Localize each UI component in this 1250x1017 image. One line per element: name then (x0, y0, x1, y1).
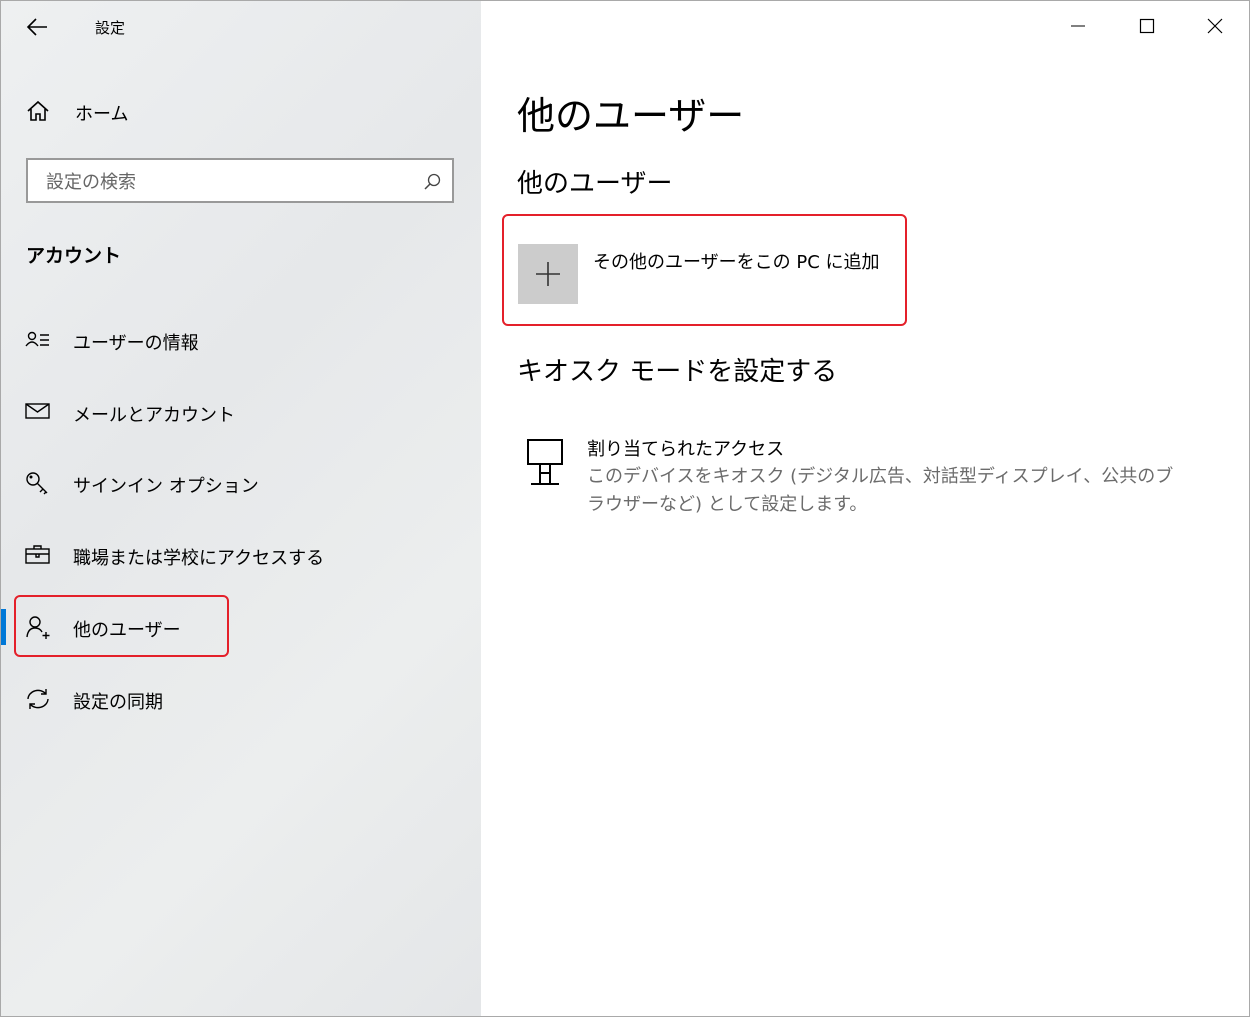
add-user-button[interactable] (518, 244, 578, 304)
search-icon (424, 173, 441, 190)
section-title: アカウント (26, 245, 122, 267)
sidebar-item-sync-settings[interactable]: 設定の同期 (1, 673, 481, 725)
kiosk-item-title: 割り当てられたアクセス (587, 439, 785, 460)
kiosk-heading: キオスク モードを設定する (517, 357, 838, 387)
minimize-icon (1071, 25, 1085, 27)
sidebar: 設定 ホーム アカウント ユーザーの情報 (1, 1, 481, 1016)
sidebar-item-work-school[interactable]: 職場または学校にアクセスする (1, 529, 481, 581)
nav-home[interactable]: ホーム (1, 85, 481, 137)
back-button[interactable] (23, 13, 55, 41)
user-info-icon (25, 331, 49, 347)
search-box[interactable] (26, 158, 454, 203)
sidebar-item-label: 職場または学校にアクセスする (73, 548, 325, 569)
add-user-label[interactable]: その他のユーザーをこの PC に追加 (593, 248, 880, 274)
sidebar-item-label: サインイン オプション (73, 476, 259, 497)
nav-home-label: ホーム (75, 104, 129, 125)
page-title: 他のユーザー (517, 94, 745, 138)
close-button[interactable] (1192, 1, 1238, 51)
app-title: 設定 (95, 19, 126, 37)
mail-icon (25, 403, 50, 419)
key-icon (26, 472, 48, 495)
sync-icon (27, 689, 49, 709)
sidebar-item-mail-accounts[interactable]: メールとアカウント (1, 386, 481, 438)
highlight-box (14, 595, 229, 657)
briefcase-icon (25, 545, 50, 564)
maximize-button[interactable] (1124, 1, 1170, 51)
sidebar-item-signin-options[interactable]: サインイン オプション (1, 457, 481, 509)
sidebar-item-label: ユーザーの情報 (73, 333, 199, 354)
sidebar-item-label: メールとアカウント (73, 405, 235, 426)
maximize-icon (1139, 18, 1155, 34)
sidebar-item-user-info[interactable]: ユーザーの情報 (1, 314, 481, 366)
other-users-heading: 他のユーザー (517, 169, 673, 199)
plus-icon (536, 262, 560, 286)
settings-window: 設定 ホーム アカウント ユーザーの情報 (0, 0, 1250, 1017)
kiosk-item-description: このデバイスをキオスク (デジタル広告、対話型ディスプレイ、公共のブラウザーなど… (587, 466, 1174, 515)
assigned-access-item[interactable]: 割り当てられたアクセス このデバイスをキオスク (デジタル広告、対話型ディスプレ… (517, 431, 1197, 521)
back-arrow-icon (26, 18, 47, 36)
search-input[interactable] (44, 168, 408, 196)
kiosk-icon (527, 439, 563, 485)
close-icon (1207, 18, 1223, 34)
minimize-button[interactable] (1055, 1, 1101, 51)
home-icon (27, 100, 49, 121)
sidebar-item-label: 設定の同期 (73, 692, 163, 713)
